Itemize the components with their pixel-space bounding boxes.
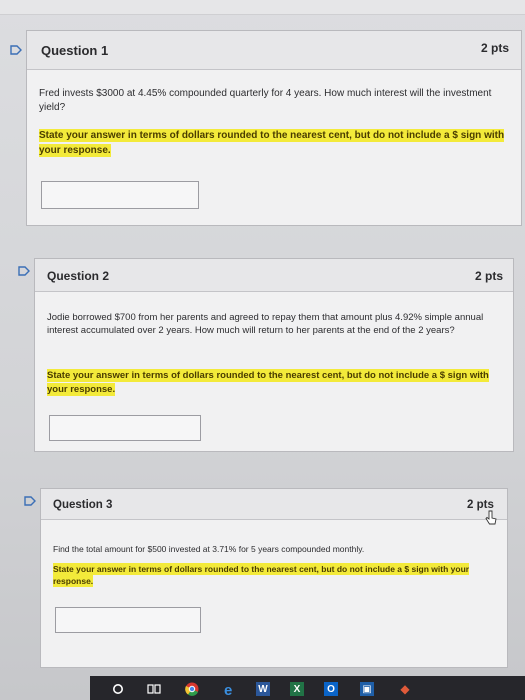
svg-text:e: e [224, 682, 232, 696]
answer-input-3[interactable] [55, 607, 201, 633]
excel-icon[interactable]: X [290, 682, 304, 696]
question-title-1: Question 1 [41, 43, 109, 58]
instruction-highlight-3: State your answer in terms of dollars ro… [53, 563, 470, 588]
question-card-1: Question 1 2 pts Fred invests $3000 at 4… [26, 30, 522, 226]
question-points-1: 2 pts [481, 41, 510, 55]
flag-question-3-icon[interactable] [24, 496, 36, 506]
browser-top-strip [0, 0, 525, 15]
app-icon[interactable]: ◆ [398, 682, 412, 696]
flag-question-2-icon[interactable] [18, 266, 30, 276]
word-icon[interactable]: W [256, 682, 270, 696]
chrome-icon[interactable] [184, 682, 200, 696]
outlook-icon[interactable]: O [324, 682, 338, 696]
question-card-2: Question 2 2 pts Jodie borrowed $700 fro… [34, 258, 514, 452]
question-instruction-3: State your answer in terms of dollars ro… [53, 563, 493, 588]
question-card-3: Question 3 2 pts Find the total amount f… [40, 488, 508, 668]
answer-input-1[interactable] [41, 181, 199, 209]
flag-question-1-icon[interactable] [10, 45, 22, 55]
question-title-3: Question 3 [53, 499, 113, 511]
task-view-icon[interactable] [146, 682, 162, 696]
question-instruction-1: State your answer in terms of dollars ro… [39, 129, 511, 158]
question-prompt-2: Jodie borrowed $700 from her parents and… [47, 312, 484, 337]
screen: Question 1 2 pts Fred invests $3000 at 4… [0, 0, 525, 700]
mouse-cursor-icon [485, 510, 497, 525]
question-prompt-1: Fred invests $3000 at 4.45% compounded q… [39, 88, 492, 114]
question-prompt-3: Find the total amount for $500 invested … [53, 544, 365, 554]
store-icon[interactable]: ▣ [360, 682, 374, 696]
edge-icon[interactable]: e [222, 682, 238, 696]
question-points-2: 2 pts [475, 269, 504, 283]
instruction-highlight-1: State your answer in terms of dollars ro… [39, 129, 505, 157]
search-icon[interactable] [110, 682, 126, 696]
instruction-highlight-2: State your answer in terms of dollars ro… [47, 369, 489, 396]
question-instruction-2: State your answer in terms of dollars ro… [47, 369, 502, 397]
question-title-2: Question 2 [47, 269, 110, 283]
answer-input-2[interactable] [49, 415, 201, 441]
